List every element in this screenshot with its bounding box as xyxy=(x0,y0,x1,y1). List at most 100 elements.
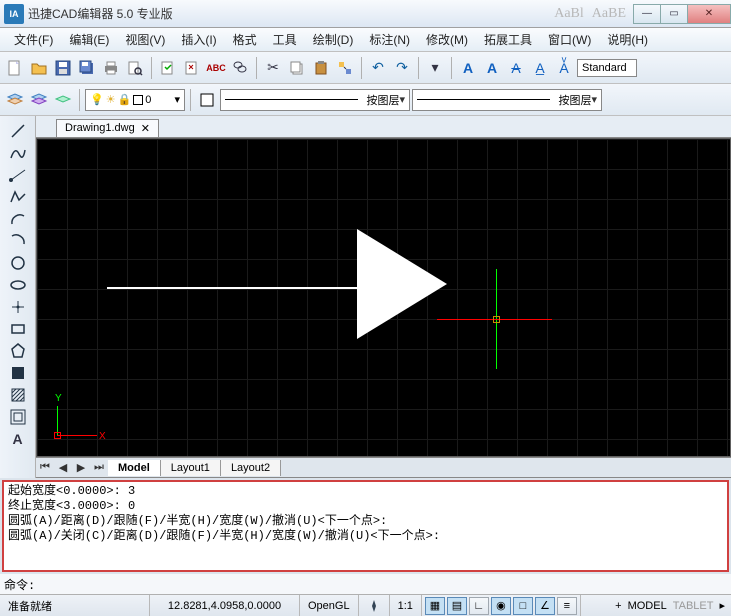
new-icon[interactable] xyxy=(4,57,26,79)
circle-tool-icon[interactable] xyxy=(6,252,30,274)
block-tool-icon[interactable] xyxy=(6,362,30,384)
crosshair-pickbox xyxy=(493,316,500,323)
polar-toggle[interactable]: ◉ xyxy=(491,597,511,615)
polyline-tool-icon[interactable] xyxy=(6,186,30,208)
menu-window[interactable]: 窗口(W) xyxy=(540,29,599,50)
menu-draw[interactable]: 绘制(D) xyxy=(305,29,362,50)
draw-toolbar: A xyxy=(0,116,36,478)
linetype-combo[interactable]: 按图层▾ xyxy=(220,89,410,111)
cmd-history-line: 终止宽度<3.0000>: 0 xyxy=(8,499,723,514)
layer-previous-icon[interactable] xyxy=(52,89,74,111)
layer-manager-icon[interactable] xyxy=(4,89,26,111)
lock-icon: 🔒 xyxy=(118,93,132,106)
tab-next-icon[interactable]: ▶ xyxy=(72,459,90,477)
menu-insert[interactable]: 插入(I) xyxy=(173,29,224,50)
purge-icon[interactable] xyxy=(181,57,203,79)
find-icon[interactable] xyxy=(229,57,251,79)
layer-color-swatch xyxy=(133,95,143,105)
audit-icon[interactable] xyxy=(157,57,179,79)
textstyle-a3-icon[interactable]: A xyxy=(505,57,527,79)
copy-icon[interactable] xyxy=(286,57,308,79)
ellipse-tool-icon[interactable] xyxy=(6,274,30,296)
hatch-tool-icon[interactable] xyxy=(6,384,30,406)
close-button[interactable]: ✕ xyxy=(687,4,731,24)
command-prompt-label: 命令: xyxy=(4,576,35,593)
command-history: 起始宽度<0.0000>: 3 终止宽度<3.0000>: 0 圆弧(A)/距离… xyxy=(2,480,729,572)
tab-layout2[interactable]: Layout2 xyxy=(221,460,281,476)
menu-edit[interactable]: 编辑(E) xyxy=(61,29,117,50)
arc2-tool-icon[interactable] xyxy=(6,230,30,252)
dropdown-arrow-icon[interactable]: ▾ xyxy=(424,57,446,79)
play-overlay-icon[interactable] xyxy=(357,229,447,339)
tab-model[interactable]: Model xyxy=(108,460,161,476)
status-ready: 准备就绪 xyxy=(0,595,150,616)
otrack-toggle[interactable]: ∠ xyxy=(535,597,555,615)
window-title: 迅捷CAD编辑器 5.0 专业版 xyxy=(28,5,554,22)
textstyle-combo[interactable]: Standard xyxy=(577,59,637,77)
tab-last-icon[interactable]: ⏭ xyxy=(90,459,108,477)
cmd-history-line: 起始宽度<0.0000>: 3 xyxy=(8,484,723,499)
layer-combo[interactable]: 💡 ☀ 🔒 0 ▾ xyxy=(85,89,185,111)
document-tab[interactable]: Drawing1.dwg ✕ xyxy=(56,119,159,137)
minimize-button[interactable]: — xyxy=(633,4,661,24)
tab-prev-icon[interactable]: ◀ xyxy=(54,459,72,477)
grid-toggle[interactable]: ▤ xyxy=(447,597,467,615)
menu-dimension[interactable]: 标注(N) xyxy=(361,29,418,50)
status-opengl[interactable]: OpenGL xyxy=(300,595,359,616)
spellcheck-icon[interactable]: ABC xyxy=(205,57,227,79)
paste-icon[interactable] xyxy=(310,57,332,79)
saveall-icon[interactable] xyxy=(76,57,98,79)
menubar: 文件(F) 编辑(E) 视图(V) 插入(I) 格式 工具 绘制(D) 标注(N… xyxy=(0,28,731,52)
text-tool-icon[interactable]: A xyxy=(6,428,30,450)
standard-toolbar: ABC ✂ ↶ ↷ ▾ A A A A̲ Aͮ Standard xyxy=(0,52,731,84)
document-tab-name: Drawing1.dwg xyxy=(65,122,135,135)
cut-icon[interactable]: ✂ xyxy=(262,57,284,79)
tab-layout1[interactable]: Layout1 xyxy=(161,460,221,476)
textstyle-a4-icon[interactable]: A̲ xyxy=(529,57,551,79)
polygon-tool-icon[interactable] xyxy=(6,340,30,362)
color-bycolor-icon[interactable] xyxy=(196,89,218,111)
status-arrow-icon[interactable]: ▸ xyxy=(719,599,725,612)
undo-icon[interactable]: ↶ xyxy=(367,57,389,79)
menu-extend[interactable]: 拓展工具 xyxy=(476,29,540,50)
rectangle-tool-icon[interactable] xyxy=(6,318,30,340)
snap-toggle[interactable]: ▦ xyxy=(425,597,445,615)
menu-help[interactable]: 说明(H) xyxy=(599,29,656,50)
spline-tool-icon[interactable] xyxy=(6,142,30,164)
command-input[interactable]: 命令: xyxy=(0,574,731,594)
save-icon[interactable] xyxy=(52,57,74,79)
point-tool-icon[interactable] xyxy=(6,296,30,318)
menu-format[interactable]: 格式 xyxy=(225,29,265,50)
nested-tool-icon[interactable] xyxy=(6,406,30,428)
menu-modify[interactable]: 修改(M) xyxy=(418,29,476,50)
status-compass-icon[interactable] xyxy=(359,595,390,616)
bulb-icon: 💡 xyxy=(90,93,104,106)
layer-states-icon[interactable] xyxy=(28,89,50,111)
menu-file[interactable]: 文件(F) xyxy=(6,29,61,50)
layer-name: 0 xyxy=(145,94,151,106)
textstyle-a1-icon[interactable]: A xyxy=(457,57,479,79)
arc-tool-icon[interactable] xyxy=(6,208,30,230)
menu-view[interactable]: 视图(V) xyxy=(117,29,173,50)
lineweight-combo[interactable]: 按图层▾ xyxy=(412,89,602,111)
print-preview-icon[interactable] xyxy=(124,57,146,79)
drawing-canvas[interactable]: YX xyxy=(36,138,731,457)
redo-icon[interactable]: ↷ xyxy=(391,57,413,79)
tab-first-icon[interactable]: ⏮ xyxy=(36,459,54,477)
print-icon[interactable] xyxy=(100,57,122,79)
close-tab-icon[interactable]: ✕ xyxy=(141,122,150,135)
matchprop-icon[interactable] xyxy=(334,57,356,79)
textstyle-a2-icon[interactable]: A xyxy=(481,57,503,79)
ray-tool-icon[interactable] xyxy=(6,164,30,186)
lwt-toggle[interactable]: ≡ xyxy=(557,597,577,615)
open-icon[interactable] xyxy=(28,57,50,79)
status-scale[interactable]: 1:1 xyxy=(390,595,422,616)
osnap-toggle[interactable]: □ xyxy=(513,597,533,615)
menu-tools[interactable]: 工具 xyxy=(265,29,305,50)
status-coords: 12.8281,4.0958,0.0000 xyxy=(150,595,300,616)
textstyle-a5-icon[interactable]: Aͮ xyxy=(553,57,575,79)
ortho-toggle[interactable]: ∟ xyxy=(469,597,489,615)
line-tool-icon[interactable] xyxy=(6,120,30,142)
maximize-button[interactable]: ▭ xyxy=(660,4,688,24)
sun-icon: ☀ xyxy=(106,93,116,106)
